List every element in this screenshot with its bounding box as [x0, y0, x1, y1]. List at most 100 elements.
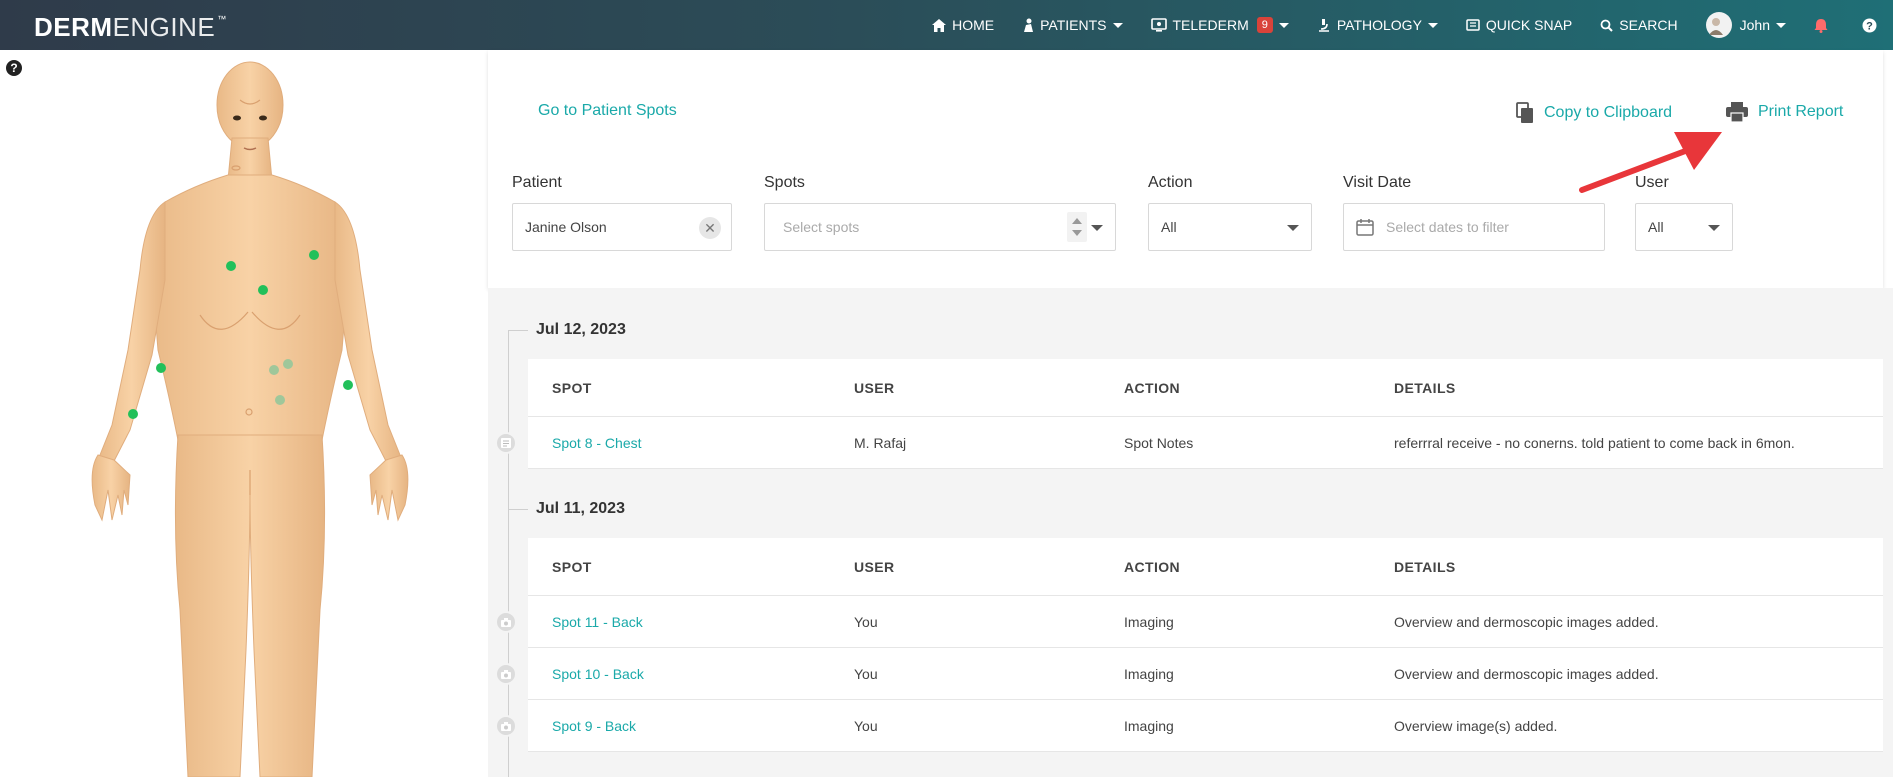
camera-icon: [495, 663, 517, 685]
visit-date-label: Visit Date: [1343, 174, 1412, 191]
bell-icon: [1814, 18, 1828, 33]
spots-placeholder: Select spots: [783, 219, 860, 235]
table-row[interactable]: Spot 11 - Back You Imaging Overview and …: [495, 596, 1883, 648]
row-action: Spot Notes: [1124, 434, 1194, 451]
spot-marker[interactable]: [156, 363, 166, 373]
user-select[interactable]: All: [1635, 203, 1733, 251]
nav-telederm[interactable]: TELEDERM 9: [1150, 17, 1289, 33]
table-header: SPOT USER ACTION DETAILS: [528, 538, 1883, 596]
help-icon: ?: [1862, 18, 1877, 32]
spot-marker[interactable]: [343, 380, 353, 390]
chevron-down-icon: [1112, 22, 1123, 28]
timeline-line: [508, 331, 509, 777]
search-icon: [1600, 19, 1613, 32]
row-user: You: [854, 665, 878, 682]
row-details: Overview and dermoscopic images added.: [1394, 665, 1659, 682]
col-spot: SPOT: [552, 558, 592, 575]
spot-link[interactable]: Spot 11 - Back: [552, 614, 643, 630]
home-icon: [932, 18, 947, 32]
printer-icon: [1726, 102, 1748, 122]
visit-date-input[interactable]: Select dates to filter: [1343, 203, 1605, 251]
app-logo[interactable]: DERMENGINE ™: [34, 12, 227, 43]
col-details: DETAILS: [1394, 379, 1456, 396]
action-value: All: [1161, 219, 1177, 235]
row-action: Imaging: [1124, 613, 1174, 630]
main-nav: HOME PATIENTS TELEDERM 9 PATHOLOGY QUICK…: [904, 0, 1883, 50]
go-to-patient-spots-link[interactable]: Go to Patient Spots: [538, 102, 677, 120]
patients-icon: [1024, 18, 1034, 32]
spot-marker-back[interactable]: [269, 365, 279, 375]
col-user: USER: [854, 379, 895, 396]
top-navbar: DERMENGINE ™ HOME PATIENTS TELEDERM 9 PAT…: [0, 0, 1893, 50]
spot-link[interactable]: Spot 8 - Chest: [552, 435, 642, 451]
spot-link[interactable]: Spot 9 - Back: [552, 718, 636, 734]
spot-link[interactable]: Spot 10 - Back: [552, 666, 644, 682]
timeline-tick: [508, 509, 528, 510]
nav-search[interactable]: SEARCH: [1600, 17, 1678, 33]
nav-pathology[interactable]: PATHOLOGY: [1317, 17, 1438, 33]
group-date: Jul 11, 2023: [536, 500, 625, 517]
notes-icon: [495, 432, 517, 454]
annotation-arrow: [1579, 132, 1722, 193]
nav-home[interactable]: HOME: [932, 17, 994, 33]
help-button[interactable]: ?: [1862, 18, 1883, 33]
avatar: [1705, 12, 1732, 38]
spot-marker-back[interactable]: [283, 359, 293, 369]
activity-timeline: Jul 12, 2023 SPOT USER ACTION DETAILS Sp…: [488, 288, 1893, 777]
nav-patients[interactable]: PATIENTS: [1022, 17, 1123, 33]
chevron-down-icon: [1278, 22, 1289, 28]
chevron-down-icon: [1708, 225, 1720, 231]
col-user: USER: [854, 558, 895, 575]
notifications-button[interactable]: [1814, 18, 1834, 33]
row-user: You: [854, 613, 878, 630]
row-action: Imaging: [1124, 717, 1174, 734]
spots-select[interactable]: Select spots: [764, 203, 1116, 251]
patient-label: Patient: [512, 174, 562, 191]
chevron-down-icon: [1427, 22, 1438, 28]
table-row[interactable]: Spot 8 - Chest M. Rafaj Spot Notes refer…: [495, 417, 1883, 469]
row-details: referrral receive - no conerns. told pat…: [1394, 434, 1795, 451]
chevron-down-icon: [1776, 22, 1786, 28]
visit-date-placeholder: Select dates to filter: [1386, 219, 1509, 235]
col-spot: SPOT: [552, 379, 592, 396]
svg-text:?: ?: [1866, 20, 1873, 32]
row-details: Overview image(s) added.: [1394, 717, 1558, 734]
group-date: Jul 12, 2023: [536, 321, 626, 338]
calendar-icon: [1356, 219, 1374, 236]
patient-select[interactable]: Janine Olson ✕: [512, 203, 732, 251]
print-report-button[interactable]: Print Report: [1726, 102, 1843, 122]
table-row[interactable]: Spot 10 - Back You Imaging Overview and …: [495, 648, 1883, 700]
telederm-badge: 9: [1256, 17, 1273, 33]
spot-marker[interactable]: [128, 409, 138, 419]
table-header: SPOT USER ACTION DETAILS: [528, 359, 1883, 417]
nav-user-menu[interactable]: John: [1705, 12, 1786, 38]
activity-table: SPOT USER ACTION DETAILS Spot 11 - Back …: [495, 538, 1883, 752]
stepper-icon[interactable]: [1067, 212, 1087, 242]
clear-icon[interactable]: ✕: [699, 217, 721, 239]
spot-marker[interactable]: [258, 285, 268, 295]
row-user: You: [854, 717, 878, 734]
col-action: ACTION: [1124, 379, 1181, 396]
copy-icon: [1516, 102, 1533, 123]
action-select[interactable]: All: [1148, 203, 1312, 251]
user-avatar-icon: [1708, 18, 1723, 35]
row-action: Imaging: [1124, 665, 1174, 682]
col-details: DETAILS: [1394, 558, 1456, 575]
chevron-down-icon: [1091, 225, 1103, 231]
quick-snap-icon: [1466, 19, 1480, 31]
microscope-icon: [1318, 19, 1329, 32]
action-label: Action: [1148, 174, 1193, 191]
telederm-icon: [1150, 18, 1167, 32]
timeline-tick: [508, 330, 528, 331]
spot-marker[interactable]: [309, 250, 319, 260]
nav-quick-snap[interactable]: QUICK SNAP: [1466, 17, 1572, 33]
body-figure: [91, 61, 409, 777]
body-map[interactable]: [0, 50, 488, 777]
spot-marker-back[interactable]: [275, 395, 285, 405]
table-row[interactable]: Spot 9 - Back You Imaging Overview image…: [495, 700, 1883, 752]
col-action: ACTION: [1124, 558, 1181, 575]
spot-marker[interactable]: [226, 261, 236, 271]
spots-label: Spots: [764, 174, 805, 191]
camera-icon: [495, 611, 517, 633]
camera-icon: [495, 715, 517, 737]
